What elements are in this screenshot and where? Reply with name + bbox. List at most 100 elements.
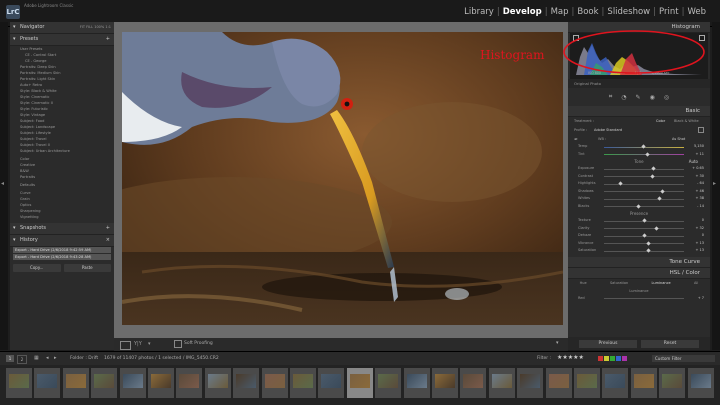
- tint-value[interactable]: + 11: [696, 152, 705, 156]
- module-library[interactable]: Library: [464, 7, 494, 17]
- slider-row[interactable]: Exposure + 0.65: [568, 165, 710, 173]
- filmstrip-thumbnail[interactable]: [318, 368, 345, 398]
- tint-slider[interactable]: Tint + 11: [568, 151, 710, 159]
- basic-header[interactable]: Basic: [568, 106, 710, 117]
- treatment-color[interactable]: Color: [656, 119, 665, 123]
- profile-select[interactable]: Adobe Standard: [594, 128, 622, 132]
- copy-button[interactable]: Copy...: [13, 264, 61, 272]
- slider-row[interactable]: Blacks - 14: [568, 203, 710, 211]
- navigator-zoom-options[interactable]: FIT FILL 100% 1:1: [80, 22, 111, 33]
- filmstrip-thumbnail[interactable]: [403, 368, 430, 398]
- slider-track[interactable]: [604, 198, 684, 200]
- hsl-header[interactable]: HSL / Color: [568, 267, 710, 279]
- filmstrip-thumbnail[interactable]: [545, 368, 572, 398]
- red-luminance-slider[interactable]: Red + 7: [568, 295, 710, 303]
- page-2-button[interactable]: 2: [17, 355, 27, 364]
- module-web[interactable]: Web: [687, 7, 706, 17]
- slider-row[interactable]: Clarity + 32: [568, 225, 710, 233]
- left-panel-arrow-icon[interactable]: ◂: [1, 180, 4, 187]
- crop-icon[interactable]: ⌗: [609, 93, 612, 101]
- filmstrip-thumbnail[interactable]: [460, 368, 487, 398]
- temp-slider[interactable]: Temp 5,150: [568, 143, 710, 151]
- grid-view-icon[interactable]: ▦: [34, 355, 39, 361]
- module-book[interactable]: Book: [577, 7, 598, 17]
- slider-value[interactable]: + 32: [696, 226, 705, 230]
- zoom-100[interactable]: 100%: [94, 25, 104, 29]
- slider-track[interactable]: [604, 250, 684, 252]
- filmstrip-thumbnail[interactable]: [6, 368, 32, 398]
- filmstrip-thumbnail[interactable]: [176, 368, 203, 398]
- color-label-filter[interactable]: [598, 356, 627, 361]
- brush-icon[interactable]: ✎: [636, 94, 641, 101]
- filmstrip-thumbnail[interactable]: [432, 368, 458, 398]
- hsl-tab-luminance[interactable]: Luminance: [652, 281, 671, 289]
- slider-track[interactable]: [604, 183, 684, 185]
- slider-row[interactable]: Whites + 38: [568, 195, 710, 203]
- preset-item[interactable]: Vignetting: [20, 214, 114, 220]
- folder-label[interactable]: Folder : Drift: [70, 356, 98, 361]
- add-preset-icon[interactable]: +: [106, 34, 110, 45]
- slider-value[interactable]: + 38: [696, 196, 705, 200]
- slider-value[interactable]: - 14: [697, 204, 704, 208]
- slider-value[interactable]: + 13: [696, 248, 705, 252]
- slider-value[interactable]: + 46: [696, 189, 705, 193]
- filmstrip-thumbnail[interactable]: [34, 368, 61, 398]
- slider-knob[interactable]: [641, 218, 647, 223]
- slider-row[interactable]: Highlights - 64: [568, 180, 710, 188]
- gradient-icon[interactable]: ◎: [664, 94, 669, 101]
- auto-button[interactable]: Auto: [689, 158, 698, 165]
- slider-value[interactable]: 0: [702, 233, 704, 237]
- history-row[interactable]: Export - Hard Drive (2/6/2018 9:42:59 AM…: [13, 247, 111, 253]
- tone-curve-header[interactable]: Tone Curve: [568, 256, 710, 268]
- filmstrip-thumbnail[interactable]: [290, 368, 316, 398]
- filmstrip-thumbnail[interactable]: [687, 368, 714, 398]
- filmstrip-thumbnail[interactable]: [233, 368, 260, 398]
- before-after-icon[interactable]: Y|Y: [134, 341, 142, 347]
- module-print[interactable]: Print: [659, 7, 679, 17]
- preset-item[interactable]: Subject: Urban Architecture: [20, 148, 114, 154]
- slider-knob[interactable]: [654, 225, 659, 231]
- slider-track[interactable]: [604, 228, 684, 229]
- page-1-button[interactable]: 1: [6, 355, 14, 362]
- filmstrip-thumbnail[interactable]: [119, 368, 146, 398]
- clear-history-icon[interactable]: ×: [106, 235, 110, 246]
- history-header[interactable]: History ×: [10, 235, 114, 247]
- filmstrip-thumbnail[interactable]: [62, 368, 89, 398]
- filmstrip-thumbnail[interactable]: [346, 368, 373, 398]
- slider-row[interactable]: Texture 0: [568, 217, 710, 225]
- slider-value[interactable]: - 64: [697, 181, 704, 185]
- slider-value[interactable]: 0: [702, 218, 704, 222]
- loupe-view-icon[interactable]: [120, 341, 131, 350]
- filmstrip-thumbnail[interactable]: [148, 368, 174, 398]
- slider-knob[interactable]: [649, 173, 655, 179]
- slider-row[interactable]: Shadows + 46: [568, 188, 710, 196]
- slider-track[interactable]: [604, 243, 684, 244]
- snapshots-header[interactable]: Snapshots +: [10, 223, 114, 235]
- zoom-1-1[interactable]: 1:1: [105, 25, 111, 29]
- toolbar-menu-icon[interactable]: ▾: [556, 340, 559, 346]
- right-panel-arrow-icon[interactable]: ▸: [713, 180, 716, 187]
- filmstrip-thumbnail[interactable]: [261, 368, 288, 398]
- custom-filter-select[interactable]: Custom Filter: [652, 355, 715, 362]
- slider-track[interactable]: [604, 206, 684, 207]
- module-map[interactable]: Map: [551, 7, 569, 17]
- presets-header[interactable]: Presets +: [10, 34, 114, 46]
- slider-knob[interactable]: [657, 196, 662, 201]
- slider-knob[interactable]: [660, 188, 665, 194]
- soft-proofing-checkbox[interactable]: [174, 340, 182, 348]
- main-photo[interactable]: [72, 32, 564, 325]
- filmstrip-thumbnail[interactable]: [488, 368, 515, 398]
- preset-item[interactable]: Portraits: [20, 174, 114, 180]
- zoom-fill[interactable]: FILL: [86, 25, 93, 29]
- previous-button[interactable]: Previous: [579, 339, 637, 348]
- red-eye-icon[interactable]: ◉: [650, 94, 655, 101]
- slider-knob[interactable]: [646, 248, 651, 253]
- reset-button[interactable]: Reset: [641, 339, 699, 348]
- profile-browser-icon[interactable]: [698, 127, 704, 133]
- rating-filter[interactable]: ★★★★★: [557, 354, 584, 361]
- filmstrip-thumbnail[interactable]: [574, 368, 600, 398]
- forward-arrow-icon[interactable]: ▸: [54, 355, 57, 361]
- filmstrip-thumbnail[interactable]: [91, 368, 118, 398]
- slider-track[interactable]: [604, 176, 684, 177]
- history-row[interactable]: Export - Hard Drive (2/6/2018 9:43:28 AM…: [13, 254, 111, 260]
